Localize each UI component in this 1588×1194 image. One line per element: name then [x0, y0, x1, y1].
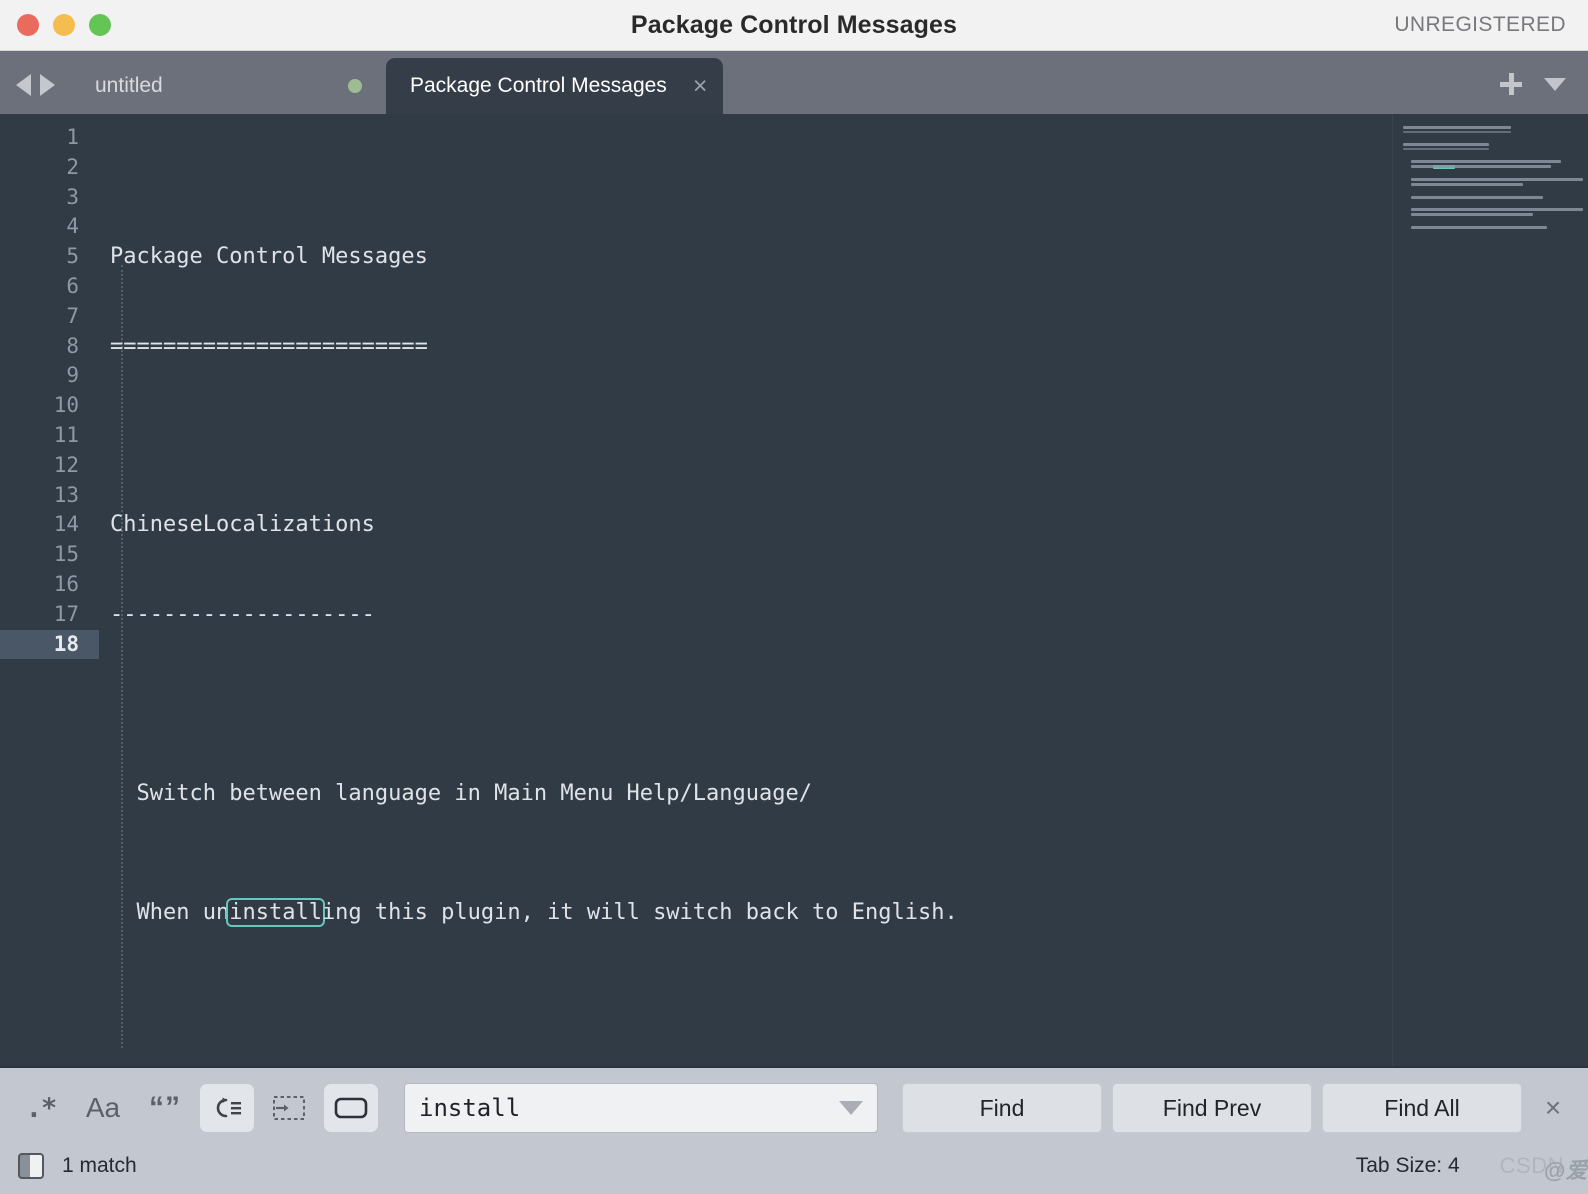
close-icon[interactable]: × [693, 73, 708, 99]
line-number-gutter: 1 2 3 4 5 6 7 8 9 10 11 12 13 14 15 16 1… [0, 114, 99, 1066]
code-content[interactable]: Package Control Messages ===============… [99, 114, 1588, 1066]
code-line: Switch between language in Main Menu Hel… [110, 780, 812, 806]
modified-dot-icon [348, 79, 362, 93]
code-line: ======================== [110, 333, 428, 359]
line-number: 17 [53, 601, 79, 626]
code-segment-pre: When un [110, 899, 230, 925]
line-number: 8 [66, 333, 79, 358]
line-number: 7 [66, 303, 79, 328]
tab-bar: untitled Package Control Messages × [0, 51, 1588, 114]
traffic-lights [0, 14, 111, 36]
code-line-with-match: When uninstalling this plugin, it will s… [110, 897, 1588, 928]
find-button[interactable]: Find [902, 1083, 1102, 1133]
chevron-down-icon[interactable] [839, 1101, 863, 1115]
highlight-results-toggle-button[interactable] [324, 1084, 378, 1132]
match-count-label: 1 match [62, 1154, 137, 1177]
regex-toggle-button[interactable]: .* [14, 1084, 68, 1132]
highlight-icon [334, 1097, 368, 1119]
tab-untitled[interactable]: untitled [71, 58, 386, 114]
line-number-current: 18 [0, 629, 99, 660]
wrap-icon [212, 1094, 242, 1122]
minimize-window-button[interactable] [53, 14, 75, 36]
status-bar: 1 match Tab Size: 4 CSDN @爱生活爱晃悠 [0, 1138, 1588, 1194]
line-number: 5 [66, 244, 79, 269]
line-number: 2 [66, 154, 79, 179]
line-number: 12 [53, 452, 79, 477]
find-all-button[interactable]: Find All [1322, 1083, 1522, 1133]
line-number: 16 [53, 571, 79, 596]
triangle-right-icon[interactable] [40, 74, 55, 96]
line-number: 9 [66, 363, 79, 388]
triangle-left-icon[interactable] [16, 74, 31, 96]
line-number: 1 [66, 125, 79, 149]
whole-word-toggle-button[interactable]: “” [138, 1084, 192, 1132]
maximize-window-button[interactable] [89, 14, 111, 36]
tab-size-label: Tab Size: 4 [1355, 1154, 1460, 1177]
minimap[interactable] [1392, 114, 1588, 1066]
indent-guide [121, 265, 123, 1048]
status-bar-right: Tab Size: 4 CSDN @爱生活爱晃悠 [1355, 1153, 1588, 1183]
tab-label: Package Control Messages [410, 74, 667, 97]
code-segment-post: ing this plugin, it will switch back to … [321, 899, 958, 925]
code-line: Package Control Messages [110, 244, 428, 270]
sidebar-toggle-icon[interactable] [18, 1153, 44, 1179]
editor-area[interactable]: 1 2 3 4 5 6 7 8 9 10 11 12 13 14 15 16 1… [0, 114, 1588, 1066]
chevron-down-icon[interactable] [1544, 77, 1566, 91]
search-input[interactable] [419, 1094, 839, 1122]
line-number: 15 [53, 542, 79, 567]
in-selection-toggle-button[interactable] [262, 1084, 316, 1132]
license-status-label: UNREGISTERED [1394, 13, 1566, 36]
code-line: -------------------- [110, 601, 375, 627]
line-number: 14 [53, 512, 79, 537]
watermark: CSDN @爱生活爱晃悠 [1500, 1153, 1588, 1183]
line-number: 6 [66, 273, 79, 298]
sublime-text-window: Package Control Messages UNREGISTERED un… [0, 0, 1588, 1194]
code-line: ChineseLocalizations [110, 512, 375, 538]
watermark-user: @爱生活爱晃悠 [1543, 1158, 1588, 1183]
plus-icon[interactable] [1500, 73, 1522, 95]
close-window-button[interactable] [17, 14, 39, 36]
tab-nav-arrows [0, 74, 71, 114]
find-prev-button[interactable]: Find Prev [1112, 1083, 1312, 1133]
line-number: 13 [53, 482, 79, 507]
search-input-wrapper[interactable] [404, 1083, 878, 1133]
in-selection-icon [273, 1096, 305, 1120]
line-number: 11 [53, 422, 79, 447]
line-number: 3 [66, 184, 79, 209]
case-sensitive-toggle-button[interactable]: Aa [76, 1084, 130, 1132]
wrap-toggle-button[interactable] [200, 1084, 254, 1132]
find-row: .* Aa “” install Find Find Prev Find All… [0, 1078, 1588, 1138]
close-find-panel-icon[interactable]: × [1538, 1092, 1568, 1124]
search-match-highlight: install [226, 897, 325, 927]
tab-label: untitled [95, 74, 163, 97]
tab-bar-actions [1500, 73, 1588, 114]
find-panel: .* Aa “” install Find Find Prev Find All… [0, 1066, 1588, 1138]
window-title: Package Control Messages [630, 10, 958, 39]
window-titlebar: Package Control Messages UNREGISTERED [0, 0, 1588, 51]
line-number: 4 [66, 214, 79, 239]
line-number: 10 [53, 393, 79, 418]
tab-package-control-messages[interactable]: Package Control Messages × [386, 58, 724, 114]
